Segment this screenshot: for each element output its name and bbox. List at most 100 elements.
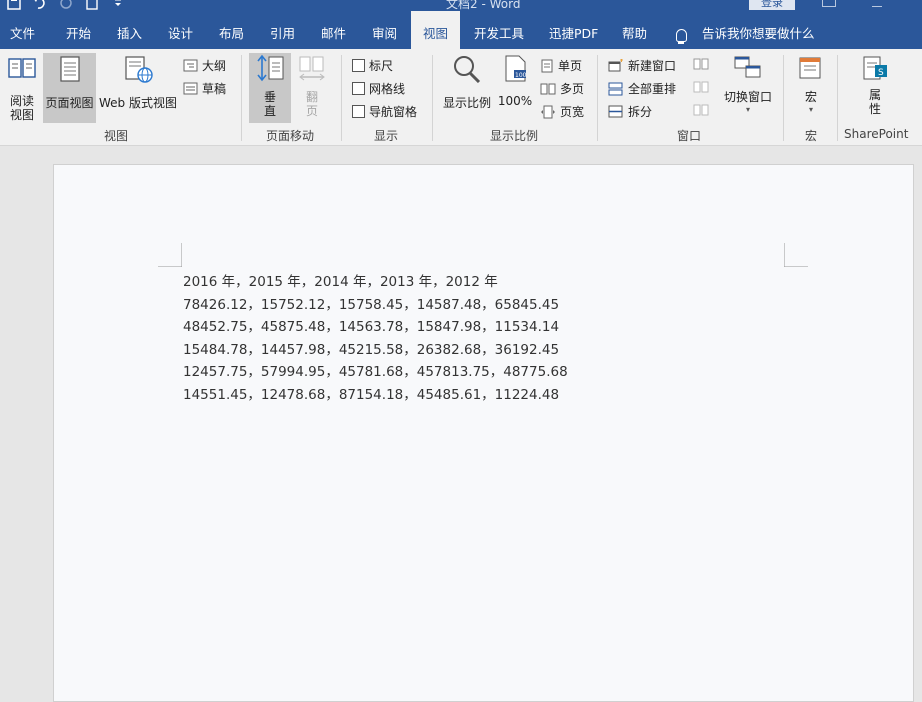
tab-design[interactable]: 设计 bbox=[168, 11, 193, 49]
undo-icon[interactable] bbox=[32, 0, 48, 11]
margin-corner-top-left bbox=[158, 243, 182, 267]
draft-button[interactable]: 草稿 bbox=[183, 80, 226, 97]
document-line[interactable]: 14551.45，12478.68，87154.18，45485.61，1122… bbox=[183, 383, 559, 403]
vertical-scroll-icon bbox=[257, 54, 284, 82]
properties-button[interactable]: S 属 性 bbox=[855, 53, 895, 116]
zoom-label: 显示比例 bbox=[442, 96, 491, 110]
one-page-icon bbox=[541, 59, 553, 72]
tab-file[interactable]: 文件 bbox=[10, 11, 35, 49]
new-window-button[interactable]: 新建窗口 bbox=[608, 57, 676, 74]
view-side-by-side-icon[interactable] bbox=[693, 57, 709, 74]
page-movement-group-label: 页面移动 bbox=[266, 129, 315, 143]
arrange-all-button[interactable]: 全部重排 bbox=[608, 80, 676, 97]
reset-window-position-icon[interactable] bbox=[693, 103, 709, 120]
ribbon-tab-bar: 文件 开始 插入 设计 布局 引用 邮件 审阅 视图 开发工具 迅捷PDF 帮助… bbox=[0, 11, 922, 49]
properties-label-2: 性 bbox=[868, 102, 881, 116]
multiple-pages-icon bbox=[540, 83, 556, 94]
minimize-icon[interactable] bbox=[872, 0, 882, 7]
tab-view[interactable]: 视图 bbox=[411, 11, 460, 49]
web-layout-label: Web 版式视图 bbox=[99, 96, 177, 110]
group-divider bbox=[241, 55, 242, 141]
outline-icon bbox=[183, 59, 198, 72]
one-page-label: 单页 bbox=[558, 59, 583, 73]
margin-corner-top-right bbox=[784, 243, 808, 267]
ruler-checkbox-box[interactable] bbox=[352, 59, 365, 72]
ruler-checkbox[interactable]: 标尺 bbox=[352, 57, 393, 74]
zoom-button[interactable]: 显示比例 bbox=[440, 53, 494, 111]
macros-group-label: 宏 bbox=[805, 129, 818, 143]
nav-pane-checkbox-box[interactable] bbox=[352, 105, 365, 118]
group-divider bbox=[341, 55, 342, 141]
group-divider bbox=[597, 55, 598, 141]
switch-windows-icon bbox=[734, 56, 761, 78]
tab-help[interactable]: 帮助 bbox=[622, 11, 647, 49]
tab-insert[interactable]: 插入 bbox=[117, 11, 142, 49]
login-button[interactable]: 登录 bbox=[749, 0, 795, 10]
nav-pane-checkbox[interactable]: 导航窗格 bbox=[352, 103, 417, 120]
synchronous-scrolling-icon[interactable] bbox=[693, 80, 709, 97]
tab-mailings[interactable]: 邮件 bbox=[321, 11, 346, 49]
arrange-all-icon bbox=[608, 82, 623, 95]
document-line[interactable]: 2016 年，2015 年，2014 年，2013 年，2012 年 bbox=[183, 270, 498, 290]
page-width-button[interactable]: 页宽 bbox=[540, 103, 584, 120]
zoom-100-icon: 100 bbox=[505, 55, 527, 82]
ribbon: 阅读 视图 页面视图 Web 版式视图 大纲 草稿 视图 垂 直 翻 页 页面移… bbox=[0, 49, 922, 146]
gridlines-checkbox-box[interactable] bbox=[352, 82, 365, 95]
arrange-all-label: 全部重排 bbox=[628, 82, 677, 96]
save-icon[interactable] bbox=[6, 0, 22, 11]
gridlines-checkbox[interactable]: 网格线 bbox=[352, 80, 405, 97]
tab-references[interactable]: 引用 bbox=[270, 11, 295, 49]
tab-home[interactable]: 开始 bbox=[66, 11, 91, 49]
zoom-100-button[interactable]: 100 100% bbox=[497, 53, 533, 108]
one-page-button[interactable]: 单页 bbox=[540, 57, 582, 74]
document-line[interactable]: 48452.75，45875.48，14563.78，15847.98，1153… bbox=[183, 315, 559, 335]
chevron-down-icon: ▾ bbox=[808, 105, 813, 114]
redo-icon[interactable] bbox=[58, 0, 74, 11]
switch-windows-label: 切换窗口 bbox=[723, 90, 772, 104]
vertical-button[interactable]: 垂 直 bbox=[249, 53, 291, 123]
new-window-label: 新建窗口 bbox=[628, 59, 677, 73]
split-button[interactable]: 拆分 bbox=[608, 103, 652, 120]
window-title: 文档2 - Word bbox=[446, 0, 521, 11]
document-line[interactable]: 15484.78，14457.98，45215.58，26382.68，3619… bbox=[183, 338, 559, 358]
tab-developer[interactable]: 开发工具 bbox=[474, 11, 524, 49]
customize-qat-icon[interactable] bbox=[110, 0, 126, 11]
read-mode-button[interactable]: 阅读 视图 bbox=[3, 53, 41, 122]
document-line[interactable]: 78426.12，15752.12，15758.45，14587.48，6584… bbox=[183, 293, 559, 313]
nav-pane-label: 导航窗格 bbox=[369, 105, 418, 119]
split-icon bbox=[608, 105, 623, 117]
read-mode-label-2: 视图 bbox=[9, 108, 34, 122]
vertical-label-2: 直 bbox=[263, 104, 276, 118]
web-layout-icon bbox=[125, 56, 153, 83]
web-layout-button[interactable]: Web 版式视图 bbox=[97, 53, 179, 111]
draft-icon bbox=[183, 82, 198, 95]
print-layout-button[interactable]: 页面视图 bbox=[43, 53, 96, 123]
sharepoint-properties-icon: S bbox=[863, 56, 887, 80]
ruler-label: 标尺 bbox=[369, 59, 394, 73]
zoom-group-label: 显示比例 bbox=[490, 129, 539, 143]
gridlines-label: 网格线 bbox=[369, 82, 406, 96]
views-group-label: 视图 bbox=[104, 129, 129, 143]
switch-windows-button[interactable]: 切换窗口 ▾ bbox=[720, 53, 776, 114]
sharepoint-group-label: SharePoint bbox=[844, 127, 909, 141]
read-mode-icon bbox=[8, 58, 36, 78]
tab-xunjie-pdf[interactable]: 迅捷PDF bbox=[549, 11, 598, 49]
group-divider bbox=[432, 55, 433, 141]
touch-mode-icon[interactable] bbox=[84, 0, 100, 11]
tab-layout[interactable]: 布局 bbox=[219, 11, 244, 49]
tab-review[interactable]: 审阅 bbox=[372, 11, 397, 49]
macros-icon bbox=[799, 57, 821, 79]
draft-label: 草稿 bbox=[202, 82, 227, 96]
multiple-pages-button[interactable]: 多页 bbox=[540, 80, 584, 97]
vertical-label-1: 垂 bbox=[263, 90, 276, 104]
tell-me-search[interactable]: 告诉我你想要做什么 bbox=[702, 11, 815, 49]
side-to-side-label-1: 翻 bbox=[305, 90, 318, 104]
macros-button[interactable]: 宏 ▾ bbox=[793, 53, 829, 114]
document-line[interactable]: 12457.75，57994.95，45781.68，457813.75，487… bbox=[183, 360, 568, 380]
side-to-side-icon bbox=[299, 56, 325, 81]
side-to-side-button[interactable]: 翻 页 bbox=[293, 53, 331, 118]
outline-button[interactable]: 大纲 bbox=[183, 57, 226, 74]
group-divider bbox=[783, 55, 784, 141]
ribbon-display-options-icon[interactable] bbox=[822, 0, 836, 7]
window-group-label: 窗口 bbox=[677, 129, 702, 143]
